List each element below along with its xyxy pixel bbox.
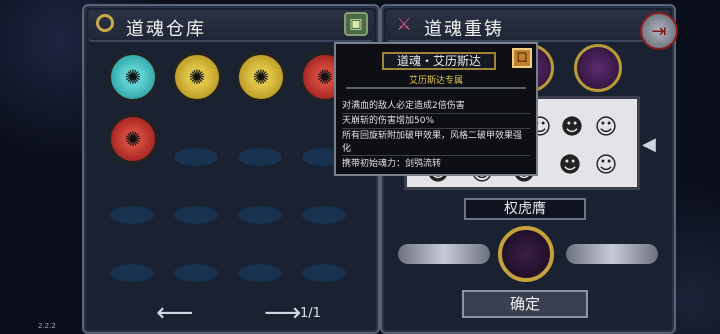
soul-slot-5[interactable]: ✺ (108, 114, 158, 164)
soul-slot-2[interactable]: ✺ (172, 52, 222, 102)
empty-slot[interactable] (238, 206, 282, 224)
left-wing-ornament (398, 244, 490, 264)
tooltip-title: 道魂・艾历斯达 (382, 52, 496, 70)
reforge-target-slot[interactable] (498, 226, 554, 282)
empty-slot[interactable] (174, 264, 218, 282)
empty-slot[interactable] (174, 148, 218, 166)
lock-icon[interactable]: 囗 (512, 48, 532, 68)
reforge-title: 道魂重铸 (424, 19, 504, 40)
empty-slot[interactable] (174, 206, 218, 224)
storage-title: 道魂仓库 (126, 19, 206, 40)
character-portrait[interactable]: ☻ (559, 115, 585, 141)
soul-slot-1[interactable]: ✺ (108, 52, 158, 102)
page-indicator: 1/1 (300, 306, 321, 321)
effect-line: 所有回旋斩附加破甲效果，风格二破甲效果强化 (342, 130, 530, 156)
divider (346, 87, 526, 89)
soul-slot-3[interactable]: ✺ (236, 52, 286, 102)
version-label: 2.2.2 (38, 322, 56, 330)
chevron-left-icon[interactable]: ◀ (642, 134, 656, 155)
empty-slot[interactable] (110, 264, 154, 282)
empty-slot[interactable] (302, 206, 346, 224)
reforge-header: ⚔ 道魂重铸 (386, 10, 670, 42)
arrow-left-icon[interactable]: ⟵ (156, 298, 193, 328)
empty-slot[interactable] (238, 148, 282, 166)
effect-line: 携带初始魂力：剑鸮流转 (342, 159, 442, 169)
character-portrait[interactable]: ☺ (593, 153, 619, 179)
character-portrait[interactable]: ☺ (593, 115, 619, 141)
empty-slot[interactable] (302, 264, 346, 282)
confirm-button[interactable]: 确定 (462, 290, 588, 318)
sword-icon: ⚔ (396, 14, 413, 35)
reforge-material-slot[interactable] (574, 44, 622, 92)
effect-line-text: 所有回旋斩附加破甲效果，风格二破甲效果强化 (342, 131, 523, 154)
box-icon[interactable]: ▣ (344, 12, 368, 36)
ring-icon (96, 14, 114, 32)
storage-header: 道魂仓库 ▣ (88, 10, 374, 42)
exit-icon[interactable]: ⇥ (640, 12, 678, 50)
selected-character-name: 权虎膺 (464, 198, 586, 220)
soul-tooltip: 道魂・艾历斯达 囗 艾历斯达专属 对满血的敌人必定造成2倍伤害 天崩斩的伤害增加… (334, 42, 538, 176)
effect-line: 对满血的敌人必定造成2倍伤害 (342, 100, 530, 114)
arrow-right-icon[interactable]: ⟶ (264, 298, 301, 328)
character-portrait[interactable]: ☻ (557, 153, 583, 179)
effect-line: 天崩斩的伤害增加50% (342, 115, 530, 129)
empty-slot[interactable] (238, 264, 282, 282)
right-wing-ornament (566, 244, 658, 264)
empty-slot[interactable] (110, 206, 154, 224)
tooltip-subtitle: 艾历斯达专属 (408, 76, 463, 86)
